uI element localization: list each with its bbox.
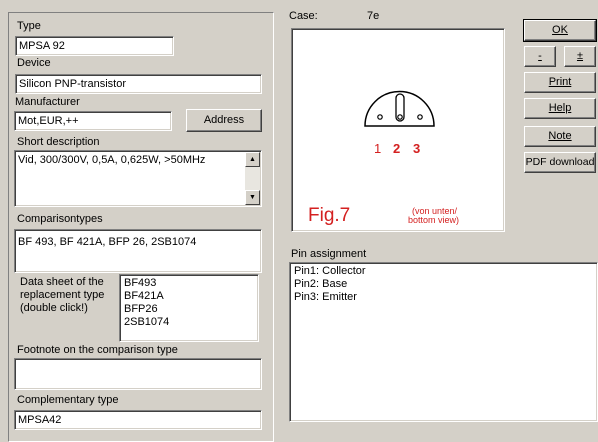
datasheet-label-line2: replacement type <box>20 289 105 301</box>
minus-button[interactable]: - <box>524 46 556 67</box>
scroll-down-icon[interactable]: ▼ <box>245 190 260 205</box>
pdf-download-button-label: PDF download <box>525 156 595 168</box>
help-button[interactable]: Help <box>524 98 596 119</box>
short-description-field[interactable]: Vid, 300/300V, 0,5A, 0,625W, >50MHz ▲ ▼ <box>14 150 262 207</box>
datasheet-item[interactable]: 2SB1074 <box>124 316 254 329</box>
comparisontypes-label: Comparisontypes <box>17 213 103 225</box>
short-description-scrollbar[interactable]: ▲ ▼ <box>245 152 260 205</box>
case-label: Case: <box>289 10 318 22</box>
complementary-field[interactable]: MPSA42 <box>14 410 262 430</box>
pin-assignment-line: Pin1: Collector <box>294 265 366 277</box>
print-button[interactable]: Print <box>524 72 596 93</box>
datasheet-label-line3: (double click!) <box>20 302 88 314</box>
pin-hole-1 <box>377 114 383 120</box>
pin-number-3: 3 <box>413 141 421 156</box>
short-description-label: Short description <box>17 136 100 148</box>
scroll-up-icon[interactable]: ▲ <box>245 152 260 167</box>
print-button-label: Print <box>548 76 572 88</box>
figure-label: Fig.7 <box>308 205 351 226</box>
case-figure: 1 2 3 Fig.7 (von unten/ bottom view) <box>291 28 505 232</box>
to92-package-drawing <box>364 90 435 127</box>
pin-assignment-box[interactable]: Pin1: Collector Pin2: Base Pin3: Emitter <box>289 262 598 422</box>
ok-button[interactable]: OK <box>523 19 597 42</box>
ok-button-label: OK <box>552 24 568 36</box>
comparisontypes-field[interactable]: BF 493, BF 421A, BFP 26, 2SB1074 <box>14 229 262 273</box>
device-field[interactable]: Silicon PNP-transistor <box>15 74 262 94</box>
complementary-label: Complementary type <box>17 394 119 406</box>
plusminus-button[interactable]: ± <box>564 46 596 67</box>
device-label: Device <box>17 57 51 69</box>
pin-hole-2 <box>397 114 403 120</box>
view-note-line2: bottom view) <box>408 215 460 225</box>
footnote-label: Footnote on the comparison type <box>17 344 178 356</box>
address-button[interactable]: Address <box>186 109 262 132</box>
datasheet-item[interactable]: BFP26 <box>124 303 254 316</box>
case-value: 7e <box>367 10 380 22</box>
note-button-label: Note <box>548 130 572 142</box>
pin-assignment-label: Pin assignment <box>291 248 367 260</box>
type-label: Type <box>17 20 41 32</box>
pin-assignment-line: Pin3: Emitter <box>294 291 357 303</box>
note-button[interactable]: Note <box>524 126 596 147</box>
minus-button-label: - <box>538 50 542 62</box>
pdf-download-button[interactable]: PDF download <box>524 152 596 173</box>
short-description-text: Vid, 300/300V, 0,5A, 0,625W, >50MHz <box>18 154 206 166</box>
pin-number-2: 2 <box>393 141 401 156</box>
type-field[interactable]: MPSA 92 <box>15 36 174 56</box>
pin-assignment-line: Pin2: Base <box>294 278 348 290</box>
datasheet-list[interactable]: BF493 BF421A BFP26 2SB1074 <box>119 274 259 342</box>
help-button-label: Help <box>548 102 572 114</box>
pin-number-1: 1 <box>374 141 382 156</box>
datasheet-item[interactable]: BF421A <box>124 290 254 303</box>
tab-outline <box>395 93 405 122</box>
plusminus-button-label: ± <box>576 50 584 62</box>
manufacturer-field[interactable]: Mot,EUR,++ <box>14 111 172 131</box>
datasheet-item[interactable]: BF493 <box>124 277 254 290</box>
pin-hole-3 <box>417 114 423 120</box>
manufacturer-label: Manufacturer <box>15 96 80 108</box>
datasheet-label-line1: Data sheet of the <box>20 276 104 288</box>
footnote-field[interactable] <box>14 358 262 390</box>
